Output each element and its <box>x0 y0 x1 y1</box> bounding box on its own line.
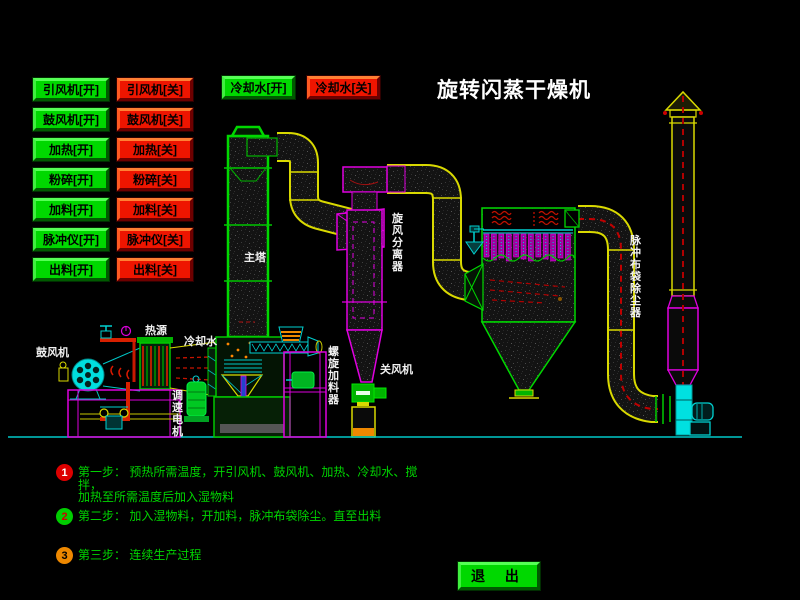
exit-button[interactable]: 退 出 <box>458 562 540 590</box>
filter-bags <box>483 234 574 261</box>
blower-off-button[interactable]: 鼓风机[关] <box>117 108 193 131</box>
speed-motor-label: 调速电机 <box>172 390 184 438</box>
heater <box>137 337 173 389</box>
cooling-water-label: 冷却水 <box>184 336 217 348</box>
water-pipe <box>100 326 136 382</box>
blower-fan <box>59 359 106 399</box>
bag-filter-housing <box>482 208 575 322</box>
main-tower <box>224 127 277 337</box>
product-bin <box>352 407 375 437</box>
crush-off-button[interactable]: 粉碎[关] <box>117 168 193 191</box>
crush-on-button[interactable]: 粉碎[开] <box>33 168 109 191</box>
filter-outlet-box <box>565 210 579 227</box>
fan-id-off-button[interactable]: 引风机[关] <box>117 78 193 101</box>
blower-label: 鼓风机 <box>36 347 69 359</box>
screw-feeder-label: 螺旋加料器 <box>328 346 340 406</box>
rotary-valve <box>352 384 386 406</box>
heating-on-button[interactable]: 加热[开] <box>33 138 109 161</box>
fan-id-on-button[interactable]: 引风机[开] <box>33 78 109 101</box>
cooling-on-button[interactable]: 冷却水[开] <box>222 76 295 99</box>
feed-off-button[interactable]: 加料[关] <box>117 198 193 221</box>
step-2-badge: 2 <box>56 508 73 525</box>
pulse-on-button[interactable]: 脉冲仪[开] <box>33 228 109 251</box>
step-3-badge: 3 <box>56 547 73 564</box>
cyclone-label: 旋风分离器 <box>392 213 404 273</box>
step-2-text: 第二步： 加入湿物料，开加料，脉冲布袋除尘。直至出料 <box>78 510 381 523</box>
pipe-frame <box>68 382 180 437</box>
hmi-screen: 旋转闪蒸干燥机 引风机[开] 引风机[关] 鼓风机[开] 鼓风机[关] 加热[开… <box>0 0 800 600</box>
blower-on-button[interactable]: 鼓风机[开] <box>33 108 109 131</box>
step-3-text: 第三步： 连续生产过程 <box>78 549 201 562</box>
feed-on-button[interactable]: 加料[开] <box>33 198 109 221</box>
rotary-valve-label: 关风机 <box>380 364 413 376</box>
speed-motor <box>184 376 209 422</box>
induced-draft-fan <box>676 385 713 435</box>
page-title: 旋转闪蒸干燥机 <box>437 74 607 104</box>
main-tower-label: 主塔 <box>244 252 266 264</box>
discharge-off-button[interactable]: 出料[关] <box>117 258 193 281</box>
cooling-off-button[interactable]: 冷却水[关] <box>307 76 380 99</box>
heating-off-button[interactable]: 加热[关] <box>117 138 193 161</box>
step-1-badge: 1 <box>56 464 73 481</box>
duct-filter-to-fan <box>578 219 670 424</box>
discharge-on-button[interactable]: 出料[开] <box>33 258 109 281</box>
pulse-off-button[interactable]: 脉冲仪[关] <box>117 228 193 251</box>
cyclone-separator <box>337 166 405 382</box>
bag-filter-label: 脉冲布袋除尘器 <box>630 235 642 319</box>
step-1-text: 第一步： 预热所需温度，开引风机、鼓风机、加热、冷却水、搅 拌， 加热至所需温度… <box>78 466 417 504</box>
heat-source-label: 热源 <box>145 325 167 337</box>
